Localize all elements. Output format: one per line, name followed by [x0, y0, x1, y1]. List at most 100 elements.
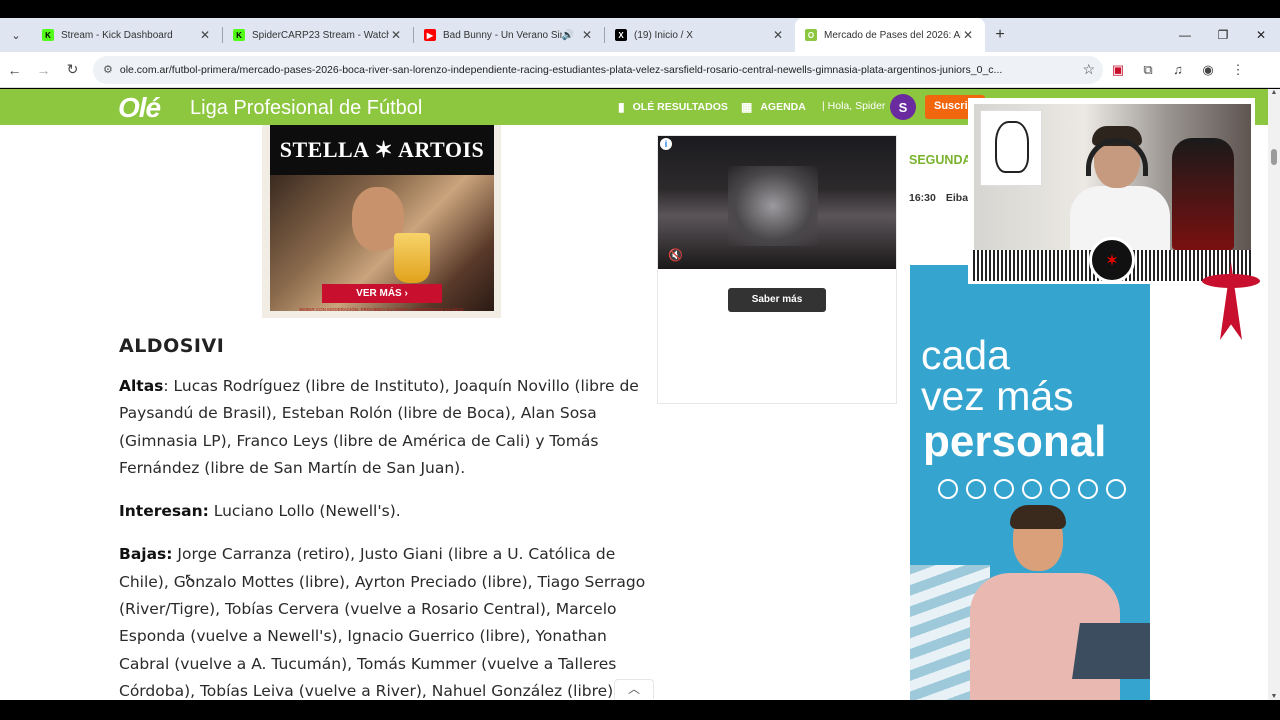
sidebar-section-title[interactable]: SEGUNDA: [909, 153, 972, 167]
profile-icon[interactable]: ◉: [1193, 62, 1223, 78]
restore-icon[interactable]: ❐: [1204, 18, 1242, 52]
window-controls: — ❐ ✕: [1166, 18, 1280, 52]
close-tab-icon[interactable]: ✕: [198, 28, 212, 42]
match-time: 16:30: [909, 192, 936, 204]
resultados-link[interactable]: ▮ OLÉ RESULTADOS: [618, 100, 728, 114]
youtube-icon: ▶: [424, 29, 436, 41]
tab-title: Bad Bunny - Un Verano Sin Ti: [443, 29, 562, 41]
mute-icon[interactable]: 🔇: [668, 248, 683, 262]
speaker-icon[interactable]: 🔊: [562, 30, 574, 41]
ad-person: [970, 505, 1150, 700]
ver-mas-button[interactable]: VER MÁS ›: [322, 284, 442, 303]
bar-chart-icon: ▮: [618, 100, 625, 114]
address-bar[interactable]: ⚙ ole.com.ar/futbol-primera/mercado-pase…: [93, 55, 1103, 84]
extensions-puzzle-icon[interactable]: ⧉: [1133, 62, 1163, 78]
spiderweb-poster: [980, 110, 1042, 186]
scrollbar-thumb[interactable]: [1271, 149, 1277, 165]
ad-info-icon[interactable]: i: [660, 138, 672, 150]
x-icon: X: [615, 29, 627, 41]
close-tab-icon[interactable]: ✕: [961, 28, 975, 42]
user-greeting[interactable]: | Hola, Spider: [822, 100, 885, 112]
webcam-room: [974, 104, 1251, 252]
close-tab-icon[interactable]: ✕: [389, 28, 403, 42]
match-row[interactable]: 16:30 Eiba: [909, 192, 968, 204]
service-icon: [1078, 479, 1098, 499]
service-icon: [966, 479, 986, 499]
spider-mask-icon: [995, 121, 1029, 173]
minimize-icon[interactable]: —: [1166, 18, 1204, 52]
avatar[interactable]: S: [890, 94, 916, 120]
top-black-bar: [0, 0, 1280, 18]
gaming-chair: [1172, 138, 1234, 250]
tab-kick-dashboard[interactable]: K Stream - Kick Dashboard ✕: [32, 18, 222, 52]
video-ad: i 🔇 Saber más: [657, 135, 897, 404]
close-tab-icon[interactable]: ✕: [580, 28, 594, 42]
tab-title: SpiderCARP23 Stream - Watch Liv: [252, 29, 389, 41]
headline-line-2: vez más: [921, 373, 1074, 419]
video-scene: [728, 166, 818, 246]
tab-x[interactable]: X (19) Inicio / X ✕: [605, 18, 795, 52]
personal-ad[interactable]: cada vez más personal: [910, 265, 1150, 700]
kick-icon: K: [233, 29, 245, 41]
forward-icon[interactable]: →: [29, 56, 58, 84]
bajas-text: Jorge Carranza (retiro), Justo Giani (li…: [119, 545, 646, 700]
personal-ad-brand: personal: [923, 417, 1107, 466]
resultados-label: OLÉ RESULTADOS: [632, 101, 728, 113]
url-text: ole.com.ar/futbol-primera/mercado-pases-…: [119, 63, 1003, 76]
agenda-label: AGENDA: [760, 101, 806, 113]
ad-legal-text: BEBER CON MODERACIÓN. PROHIBIDA SU VENTA…: [299, 307, 464, 312]
laptop: [1072, 623, 1150, 679]
tab-title: Mercado de Pases del 2026: Alt: [824, 29, 961, 41]
agenda-link[interactable]: ▦ AGENDA: [741, 100, 806, 114]
tab-ole-active[interactable]: O Mercado de Pases del 2026: Alt ✕: [795, 18, 985, 52]
media-control-icon[interactable]: ♫: [1163, 62, 1193, 77]
tab-strip: ⌄ K Stream - Kick Dashboard ✕ K SpiderCA…: [0, 18, 1280, 52]
scroll-down-icon[interactable]: ▼: [1268, 693, 1280, 700]
match-team: Eiba: [945, 192, 969, 204]
streamer: [1070, 126, 1170, 252]
page-scrollbar[interactable]: ▲ ▼: [1268, 89, 1280, 700]
service-icon: [1050, 479, 1070, 499]
interesan-paragraph: Interesan: Luciano Lollo (Newell's).: [119, 498, 649, 525]
bottom-black-bar: [0, 700, 1280, 720]
spider-logo-ring: [1202, 274, 1260, 288]
menu-icon[interactable]: ⋮: [1223, 62, 1253, 78]
scroll-up-icon[interactable]: ▲: [1268, 89, 1280, 96]
ad-brand: STELLA ✶ ARTOIS: [270, 125, 494, 175]
site-info-icon[interactable]: ⚙: [103, 63, 113, 76]
extension-icon[interactable]: ▣: [1103, 62, 1133, 78]
saber-mas-button[interactable]: Saber más: [728, 288, 826, 312]
channel-logo-icon: ✶: [1089, 237, 1135, 283]
video-player[interactable]: i 🔇: [658, 136, 896, 269]
kick-icon: K: [42, 29, 54, 41]
new-tab-icon[interactable]: +: [985, 26, 1015, 44]
headline-line-1: cada: [921, 332, 1010, 378]
mouse-cursor-icon: ↖: [184, 570, 196, 586]
altas-label: Altas: [119, 377, 164, 395]
section-title[interactable]: Liga Profesional de Fútbol: [190, 97, 422, 120]
cta-label: VER MÁS: [356, 288, 402, 299]
bookmark-star-icon[interactable]: ☆: [1082, 61, 1095, 78]
tab-search-chevron-icon[interactable]: ⌄: [0, 18, 32, 52]
collapse-chevron-icon[interactable]: ︿: [614, 679, 654, 699]
tab-youtube[interactable]: ▶ Bad Bunny - Un Verano Sin Ti 🔊 ✕: [414, 18, 604, 52]
close-window-icon[interactable]: ✕: [1242, 18, 1280, 52]
altas-text: : Lucas Rodríguez (libre de Instituto), …: [119, 377, 639, 477]
person-hair: [1010, 505, 1066, 529]
ole-logo[interactable]: Olé: [118, 92, 161, 124]
beer-glass: [394, 233, 430, 283]
service-icon: [1022, 479, 1042, 499]
bajas-paragraph: Bajas: Jorge Carranza (retiro), Justo Gi…: [119, 541, 649, 700]
tab-kick-stream[interactable]: K SpiderCARP23 Stream - Watch Liv ✕: [223, 18, 413, 52]
back-icon[interactable]: ←: [0, 56, 29, 84]
browser-toolbar: ← → ↻ ⚙ ole.com.ar/futbol-primera/mercad…: [0, 52, 1280, 88]
reload-icon[interactable]: ↻: [58, 56, 87, 84]
tab-title: Stream - Kick Dashboard: [61, 29, 173, 41]
spider-logo-icon: [1198, 262, 1262, 340]
service-icons: [938, 479, 1126, 499]
close-tab-icon[interactable]: ✕: [771, 28, 785, 42]
stella-artois-ad[interactable]: STELLA ✶ ARTOIS VER MÁS › BEBER CON MODE…: [262, 125, 501, 318]
webcam-overlay: ✶: [968, 98, 1255, 284]
interesan-text: Luciano Lollo (Newell's).: [208, 502, 401, 521]
screen: ⌄ K Stream - Kick Dashboard ✕ K SpiderCA…: [0, 0, 1280, 720]
